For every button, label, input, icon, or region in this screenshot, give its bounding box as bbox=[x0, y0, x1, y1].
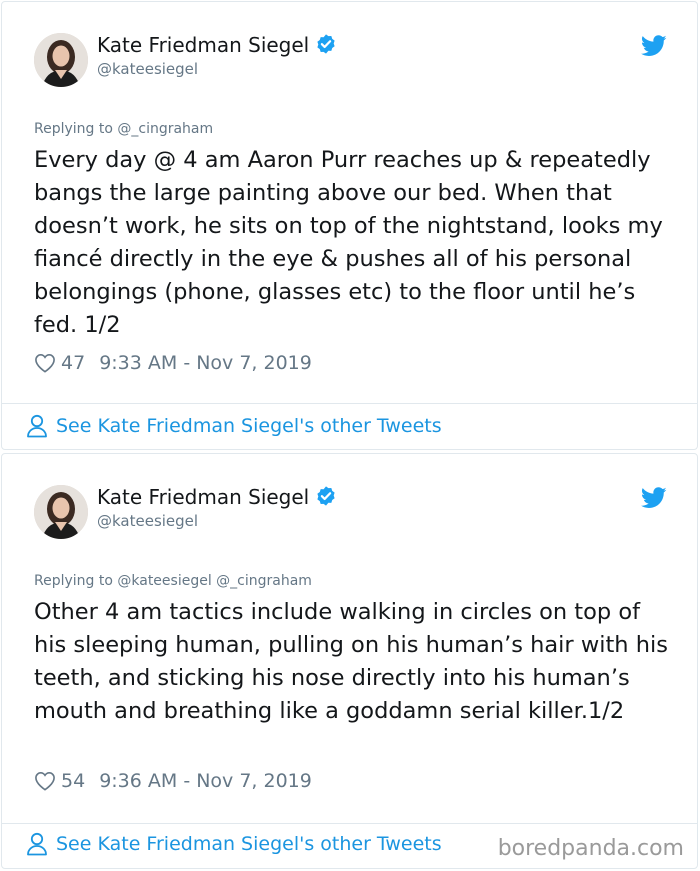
tweet-card: Kate Friedman Siegel @kateesiegel Replyi… bbox=[1, 1, 698, 450]
verified-badge-icon bbox=[317, 486, 335, 506]
watermark: boredpanda.com bbox=[497, 836, 684, 861]
tweet-timestamp[interactable]: 9:33 AM - Nov 7, 2019 bbox=[99, 352, 312, 374]
replying-to[interactable]: Replying to @kateesiegel @_cingraham bbox=[34, 573, 312, 589]
author-handle[interactable]: @kateesiegel bbox=[97, 512, 198, 530]
divider bbox=[2, 403, 697, 404]
heart-icon[interactable] bbox=[34, 771, 56, 791]
person-icon bbox=[27, 832, 47, 856]
tweet-meta: 47 9:33 AM - Nov 7, 2019 bbox=[34, 352, 312, 374]
avatar[interactable] bbox=[34, 485, 88, 539]
like-count[interactable]: 54 bbox=[61, 770, 85, 792]
avatar[interactable] bbox=[34, 33, 88, 87]
tweet-card: Kate Friedman Siegel @kateesiegel Replyi… bbox=[1, 453, 698, 869]
author-name[interactable]: Kate Friedman Siegel bbox=[97, 485, 337, 509]
twitter-bird-icon[interactable] bbox=[641, 35, 667, 57]
tweet-timestamp[interactable]: 9:36 AM - Nov 7, 2019 bbox=[99, 770, 312, 792]
tweet-text: Every day @ 4 am Aaron Purr reaches up &… bbox=[34, 147, 663, 338]
see-other-tweets-link[interactable]: See Kate Friedman Siegel's other Tweets bbox=[26, 414, 442, 438]
like-count[interactable]: 47 bbox=[61, 352, 85, 374]
replying-to[interactable]: Replying to @_cingraham bbox=[34, 121, 213, 137]
heart-icon[interactable] bbox=[34, 353, 56, 373]
author-name[interactable]: Kate Friedman Siegel bbox=[97, 33, 337, 57]
twitter-bird-icon[interactable] bbox=[641, 487, 667, 509]
verified-badge-icon bbox=[317, 34, 335, 54]
tweet-meta: 54 9:36 AM - Nov 7, 2019 bbox=[34, 770, 312, 792]
divider bbox=[2, 823, 697, 824]
author-handle[interactable]: @kateesiegel bbox=[97, 60, 198, 78]
person-icon bbox=[27, 414, 47, 438]
tweet-text: Other 4 am tactics include walking in ci… bbox=[34, 599, 668, 724]
see-other-tweets-link[interactable]: See Kate Friedman Siegel's other Tweets bbox=[26, 832, 442, 856]
